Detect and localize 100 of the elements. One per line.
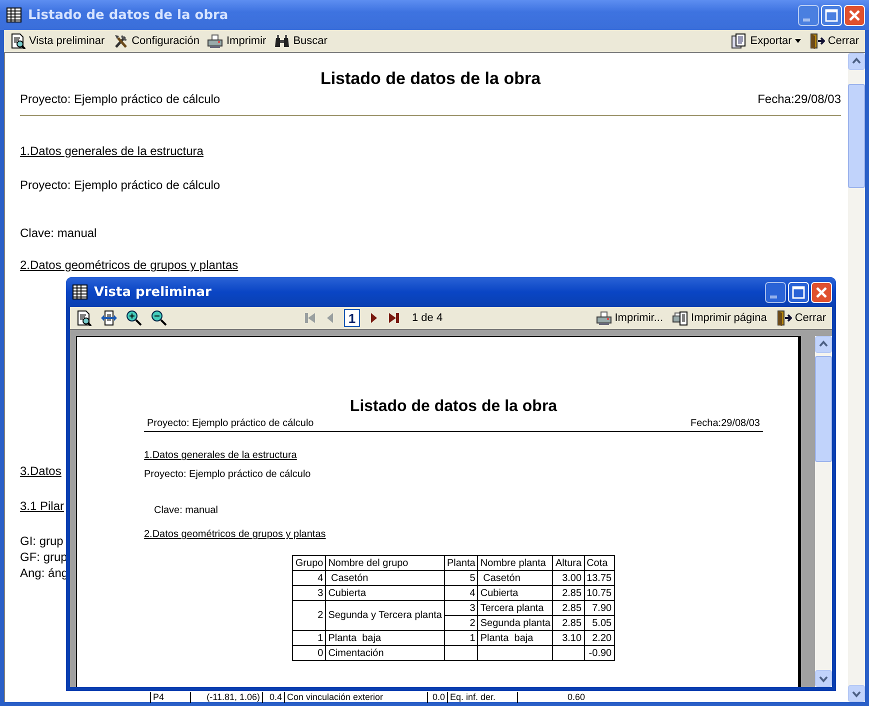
scrollbar[interactable]: [815, 336, 832, 687]
table-cell: P4: [150, 692, 190, 703]
table-cell: 2: [292, 600, 326, 630]
page-width-button[interactable]: [99, 309, 119, 327]
scroll-thumb[interactable]: [848, 84, 865, 188]
scroll-down-button[interactable]: [848, 685, 865, 702]
close-window-button[interactable]: [844, 4, 865, 26]
table-cell: 0: [292, 646, 326, 660]
table-cell: Segunda planta: [478, 616, 553, 630]
section-heading: 3.Datos: [20, 463, 62, 479]
close-button[interactable]: Cerrar: [774, 309, 828, 327]
body-text: Proyecto: Ejemplo práctico de cálculo: [20, 177, 220, 193]
search-button[interactable]: Buscar: [272, 32, 330, 50]
table-cell: 0.4: [262, 692, 284, 703]
table-cell: 2.85: [552, 600, 584, 616]
caret-icon: [794, 39, 801, 43]
table-cell: 4: [292, 570, 326, 586]
door-exit-icon: [808, 33, 825, 49]
table-cell: Planta baja: [326, 630, 444, 646]
settings-button[interactable]: Configuración: [110, 32, 202, 50]
table-cell: 0.60: [517, 692, 587, 703]
close-button[interactable]: Cerrar: [806, 32, 861, 50]
table-cell: 5: [444, 570, 478, 586]
print-button[interactable]: Imprimir: [205, 32, 268, 50]
section-heading: 1.Datos generales de la estructura: [20, 143, 204, 159]
column-header: Cota: [584, 556, 614, 570]
column-header: Grupo: [292, 556, 326, 570]
tools-icon: [112, 33, 129, 49]
scroll-up-button[interactable]: [848, 53, 865, 70]
window-title: Vista preliminar: [94, 284, 212, 300]
section-heading: 2.Datos geométricos de grupos y plantas: [144, 528, 326, 542]
body-text: GI: grup: [20, 533, 64, 549]
last-page-icon[interactable]: [388, 311, 400, 325]
page-magnifier-icon: [10, 33, 26, 49]
section-heading: 1.Datos generales de la estructura: [144, 449, 297, 463]
body-text: Clave: manual: [20, 225, 97, 241]
zoom-in-button[interactable]: [124, 309, 144, 327]
table-cell: 2.20: [584, 630, 614, 646]
printer-icon: [596, 310, 612, 326]
table-cell: 10.75: [584, 586, 614, 600]
section-heading: 3.1 Pilar: [20, 498, 64, 514]
zoom-out-icon: [151, 310, 167, 326]
column-header: Nombre planta: [478, 556, 553, 570]
column-header: Nombre del grupo: [326, 556, 444, 570]
report-title: Listado de datos de la obra: [320, 69, 541, 89]
zoom-in-icon: [126, 310, 142, 326]
printer-page-icon: [672, 310, 688, 326]
table-cell: 5.05: [584, 616, 614, 630]
page-magnifier-icon: [76, 310, 92, 326]
scroll-thumb[interactable]: [815, 356, 832, 462]
print-page-button[interactable]: Imprimir página: [670, 309, 769, 327]
page-field[interactable]: 1: [344, 309, 360, 327]
table-cell: 2.85: [552, 586, 584, 600]
page-width-icon: [101, 310, 117, 326]
printer-icon: [207, 33, 224, 49]
table-cell: 2.85: [552, 616, 584, 630]
preview-button[interactable]: Vista preliminar: [8, 32, 107, 50]
window-icon: [6, 7, 22, 23]
minimize-button[interactable]: [765, 282, 786, 302]
table-cell: Casetón: [478, 570, 553, 586]
maximize-button[interactable]: [788, 282, 809, 302]
table-cell: 1: [444, 630, 478, 646]
column-header: Planta: [444, 556, 478, 570]
documents-icon: [731, 33, 748, 49]
table-cell: Con vinculación exterior: [284, 692, 427, 703]
project-label: Proyecto: Ejemplo práctico de cálculo: [20, 91, 220, 107]
body-text: GF: grup: [20, 549, 68, 565]
window-title: Listado de datos de la obra: [28, 8, 228, 22]
column-header: Altura: [552, 556, 584, 570]
page-count: 1 de 4: [412, 312, 443, 324]
table-cell: -0.90: [584, 646, 614, 660]
body-text: Clave: manual: [154, 504, 218, 518]
minimize-button[interactable]: [798, 4, 819, 26]
table-cell: 13.75: [584, 570, 614, 586]
table-cell: (-11.81, 1.06): [190, 692, 262, 703]
body-text: Proyecto: Ejemplo práctico de cálculo: [144, 468, 311, 482]
scroll-up-button[interactable]: [815, 336, 832, 353]
maximize-button[interactable]: [821, 4, 842, 26]
export-button[interactable]: Exportar: [729, 32, 803, 50]
date-label: Fecha:29/08/03: [758, 91, 841, 107]
table-cell: Cimentación: [326, 646, 444, 660]
zoom-out-button[interactable]: [149, 309, 169, 327]
scroll-down-button[interactable]: [815, 670, 832, 687]
scrollbar[interactable]: [848, 53, 865, 702]
print-button[interactable]: Imprimir...: [594, 309, 666, 327]
binoculars-icon: [274, 33, 290, 49]
table-cell: 3.10: [552, 630, 584, 646]
table-cell: 0.0: [427, 692, 447, 703]
table-cell: Cubierta: [326, 586, 444, 600]
project-label: Proyecto: Ejemplo práctico de cálculo: [147, 417, 314, 430]
date-label: Fecha:29/08/03: [690, 417, 760, 430]
table-cell: 3.00: [552, 570, 584, 586]
table-cell: 1: [292, 630, 326, 646]
section-heading: 2.Datos geométricos de grupos y plantas: [20, 257, 238, 273]
table-cell: Tercera planta: [478, 600, 553, 616]
table-cell: Segunda y Tercera planta: [326, 600, 444, 630]
table-cell: Planta baja: [478, 630, 553, 646]
table-cell: 3: [292, 586, 326, 600]
table-cell: 2: [444, 616, 478, 630]
close-window-button[interactable]: [811, 282, 832, 302]
